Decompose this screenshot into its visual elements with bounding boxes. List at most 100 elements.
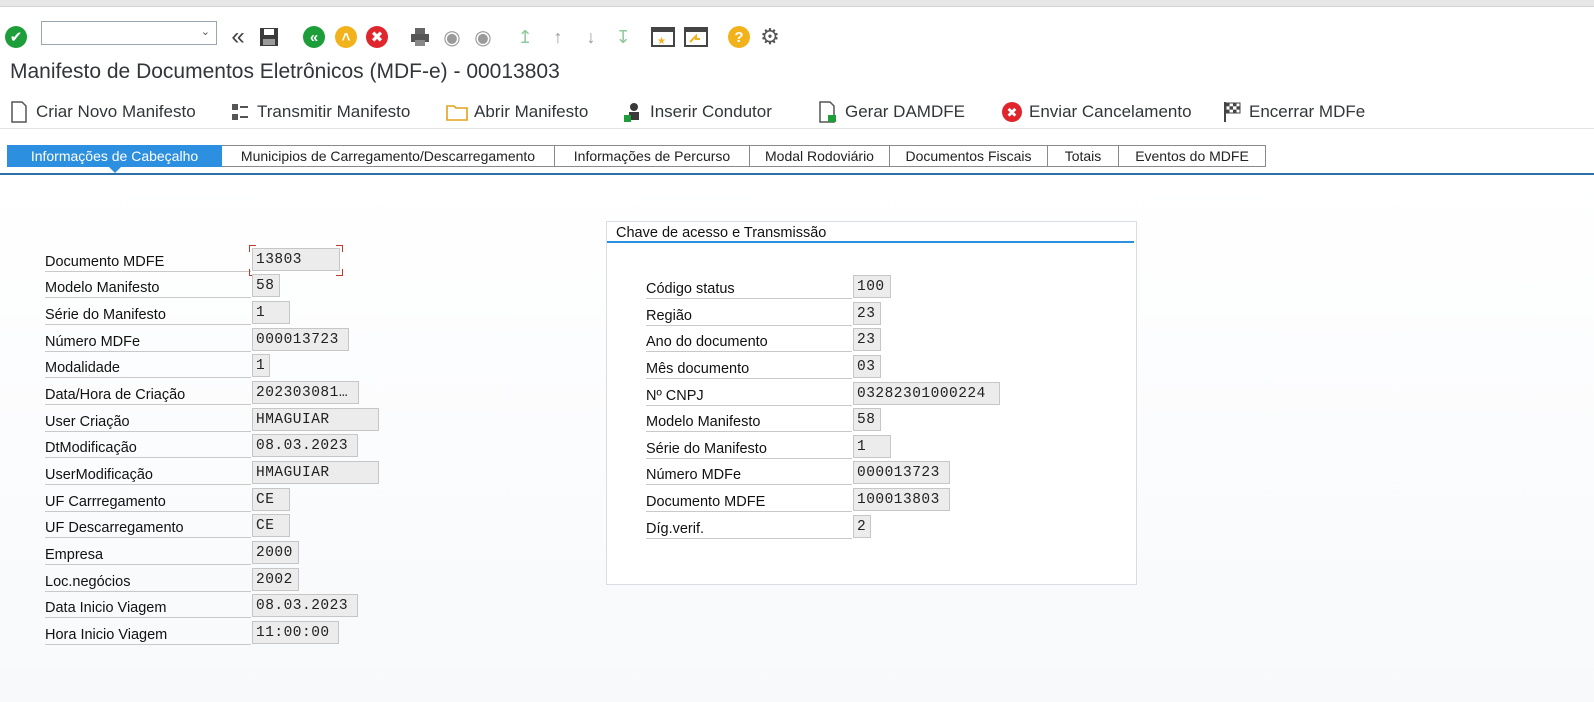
- field-label: Mês documento: [646, 354, 852, 379]
- create-manifest-label: Criar Novo Manifesto: [36, 102, 196, 121]
- modality-field[interactable]: 1: [252, 354, 270, 377]
- transmit-manifest-label: Transmitir Manifesto: [257, 102, 411, 121]
- transmit-manifest-button[interactable]: Transmitir Manifesto: [229, 99, 410, 125]
- application-toolbar: Criar Novo Manifesto Transmitir Manifest…: [0, 96, 1594, 129]
- field-label: Nº CNPJ: [646, 381, 852, 406]
- created-by-field[interactable]: HMAGUIAR: [252, 408, 379, 431]
- access-key-group: Chave de acesso e Transmissão Código sta…: [606, 221, 1137, 585]
- tab-fiscal-documents[interactable]: Documentos Fiscais: [890, 145, 1048, 167]
- tab-strip: Informações de Cabeçalho Municipios de C…: [7, 145, 1266, 173]
- open-manifest-button[interactable]: Abrir Manifesto: [446, 99, 588, 125]
- field-label: Hora Inicio Viagem: [45, 620, 251, 645]
- group-title-underline: [607, 241, 1134, 243]
- first-page-icon[interactable]: ↥: [512, 24, 538, 50]
- open-manifest-label: Abrir Manifesto: [474, 102, 589, 121]
- last-page-icon[interactable]: ↧: [610, 24, 636, 50]
- find-next-icon[interactable]: ◉: [470, 24, 496, 50]
- check-digit-field[interactable]: 2: [853, 515, 871, 538]
- field-label: Série do Manifesto: [646, 434, 852, 459]
- access-document-mdfe-field[interactable]: 100013803: [853, 488, 950, 511]
- help-icon[interactable]: ?: [726, 24, 752, 50]
- generate-damdfe-label: Gerar DAMDFE: [845, 102, 965, 121]
- company-field[interactable]: 2000: [252, 541, 299, 564]
- loading-state-field[interactable]: CE: [252, 488, 290, 511]
- modification-date-field[interactable]: 08.03.2023: [252, 434, 358, 457]
- document-mdfe-field[interactable]: 13803: [252, 248, 340, 271]
- unloading-state-field[interactable]: CE: [252, 514, 290, 537]
- generate-document-icon: [817, 101, 839, 123]
- manifest-series-field[interactable]: 1: [252, 301, 290, 324]
- page-title: Manifesto de Documentos Eletrônicos (MDF…: [10, 60, 560, 83]
- tab-road-modal[interactable]: Modal Rodoviário: [750, 145, 890, 167]
- access-manifest-series-field[interactable]: 1: [853, 435, 891, 458]
- send-cancellation-label: Enviar Cancelamento: [1029, 102, 1192, 121]
- field-label: Série do Manifesto: [45, 300, 251, 325]
- modified-by-field[interactable]: HMAGUIAR: [252, 461, 379, 484]
- trip-start-date-field[interactable]: 08.03.2023: [252, 594, 358, 617]
- exit-icon[interactable]: ˄: [333, 24, 359, 50]
- field-label: Modalidade: [45, 353, 251, 378]
- close-mdfe-button[interactable]: Encerrar MDFe: [1221, 99, 1365, 125]
- send-cancellation-button[interactable]: ✖ Enviar Cancelamento: [1001, 99, 1192, 125]
- print-icon[interactable]: [407, 24, 433, 50]
- shortcut-icon[interactable]: [683, 24, 709, 50]
- trip-start-time-field[interactable]: 11:00:00: [252, 621, 339, 644]
- cnpj-field[interactable]: 03282301000224: [853, 382, 1000, 405]
- tab-route-info[interactable]: Informações de Percurso: [555, 145, 750, 167]
- manifest-model-field[interactable]: 58: [252, 274, 280, 297]
- window-top-border: [0, 0, 1594, 7]
- creation-datetime-field[interactable]: 202303081…: [252, 381, 359, 404]
- enter-icon[interactable]: ✔: [3, 24, 29, 50]
- finish-flag-icon: [1221, 101, 1243, 123]
- group-title: Chave de acesso e Transmissão: [616, 225, 827, 241]
- find-icon[interactable]: ◉: [439, 24, 465, 50]
- field-label: Número MDFe: [45, 327, 251, 352]
- cancel-icon: ✖: [1001, 101, 1023, 123]
- focus-corner: [249, 245, 256, 252]
- next-page-icon[interactable]: ↓: [578, 24, 604, 50]
- business-place-field[interactable]: 2002: [252, 568, 299, 591]
- prev-page-icon[interactable]: ↑: [545, 24, 571, 50]
- cancel-icon[interactable]: ✖: [364, 24, 390, 50]
- access-mdfe-number-field[interactable]: 000013723: [853, 461, 950, 484]
- svg-text:★: ★: [657, 36, 666, 47]
- generate-damdfe-button[interactable]: Gerar DAMDFE: [817, 99, 965, 125]
- driver-icon: [622, 101, 644, 123]
- field-label: Região: [646, 301, 852, 326]
- mdfe-number-field[interactable]: 000013723: [252, 328, 349, 351]
- system-toolbar: ✔ ⌄ « « ˄ ✖ ◉ ◉ ↥ ↑ ↓ ↧ ★ ? ⚙: [0, 20, 1594, 54]
- tab-content-area: Documento MDFE 13803 Modelo Manifesto 58…: [0, 175, 1594, 702]
- settings-icon[interactable]: ⚙: [757, 24, 783, 50]
- document-year-field[interactable]: 23: [853, 328, 881, 351]
- transmit-icon: [229, 101, 251, 123]
- save-icon[interactable]: [256, 24, 282, 50]
- create-manifest-button[interactable]: Criar Novo Manifesto: [8, 99, 196, 125]
- document-icon: [8, 101, 30, 123]
- status-code-field[interactable]: 100: [853, 275, 891, 298]
- field-label: Código status: [646, 274, 852, 299]
- field-label: Díg.verif.: [646, 514, 852, 539]
- field-label: User Criação: [45, 407, 251, 432]
- back-double-icon[interactable]: «: [225, 23, 251, 50]
- new-session-icon[interactable]: ★: [650, 24, 676, 50]
- document-month-field[interactable]: 03: [853, 355, 881, 378]
- field-label: Documento MDFE: [45, 247, 251, 272]
- field-label: UserModificação: [45, 460, 251, 485]
- region-field[interactable]: 23: [853, 302, 881, 325]
- tab-header-info[interactable]: Informações de Cabeçalho: [7, 145, 222, 173]
- focus-corner: [336, 269, 343, 276]
- command-field[interactable]: ⌄: [41, 21, 217, 45]
- field-label: UF Carrregamento: [45, 487, 251, 512]
- tab-municipalities[interactable]: Municipios de Carregamento/Descarregamen…: [222, 145, 555, 167]
- insert-driver-button[interactable]: Inserir Condutor: [622, 99, 772, 125]
- close-mdfe-label: Encerrar MDFe: [1249, 102, 1366, 121]
- chevron-down-icon[interactable]: ⌄: [201, 25, 210, 38]
- access-manifest-model-field[interactable]: 58: [853, 408, 881, 431]
- back-icon[interactable]: «: [301, 24, 327, 50]
- tab-totals[interactable]: Totais: [1048, 145, 1119, 167]
- field-label: Data Inicio Viagem: [45, 593, 251, 618]
- tab-mdfe-events[interactable]: Eventos do MDFE: [1119, 145, 1266, 167]
- field-label: Documento MDFE: [646, 487, 852, 512]
- field-label: Empresa: [45, 540, 251, 565]
- field-label: UF Descarregamento: [45, 513, 251, 538]
